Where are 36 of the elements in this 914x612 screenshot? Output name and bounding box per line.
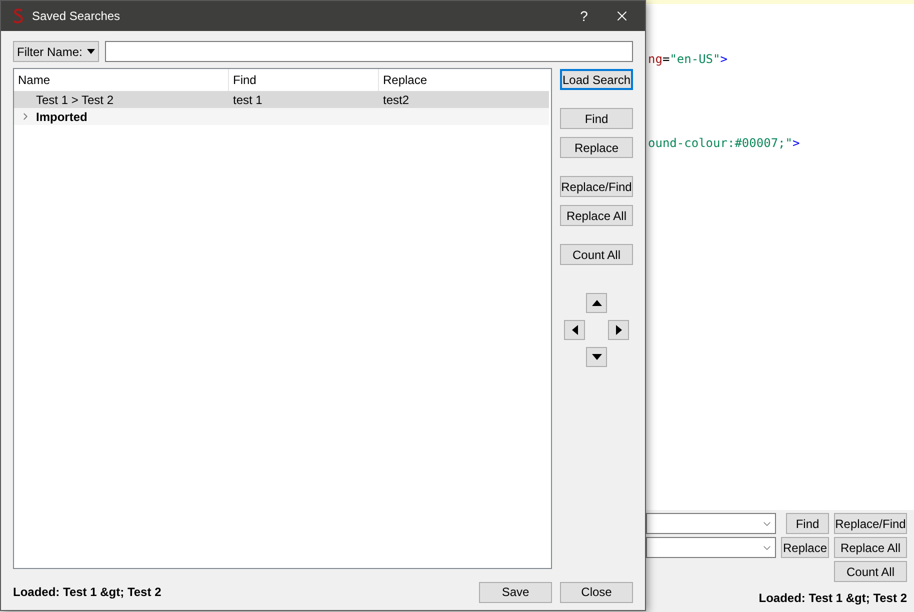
dialog-button[interactable]: Replace All (834, 537, 907, 558)
move-down-button[interactable] (586, 347, 607, 367)
code-line: ng="en-US"> (647, 51, 728, 68)
move-left-button[interactable] (564, 320, 585, 340)
dialog-button[interactable]: Replace/Find (834, 513, 907, 534)
filter-dropdown[interactable]: Filter Name: (13, 41, 100, 62)
dialog-button[interactable]: Save (479, 582, 552, 602)
tree-row[interactable]: Imported (14, 108, 549, 125)
side-button[interactable]: Load Search (560, 69, 633, 90)
dialog-button[interactable]: Replace (781, 537, 829, 558)
side-button[interactable]: Replace All (560, 205, 633, 226)
tree-row[interactable]: Test 1 > Test 2 test 1 test2 (14, 91, 549, 108)
column-header[interactable]: Replace (379, 69, 529, 91)
dialog-button[interactable]: Close (560, 582, 633, 602)
app-logo-icon (12, 8, 24, 24)
move-up-button[interactable] (586, 293, 607, 313)
window-title: Saved Searches (32, 8, 120, 25)
dialog-button[interactable]: Find (786, 513, 829, 534)
status-text: Loaded: Test 1 &gt; Test 2 (13, 584, 162, 601)
help-button[interactable]: ? (569, 6, 599, 26)
caret-icon (87, 49, 96, 54)
folder-name: Imported (36, 108, 88, 126)
dialog-button[interactable]: Count All (834, 561, 907, 582)
move-right-button[interactable] (608, 320, 629, 340)
filter-field[interactable] (105, 41, 633, 62)
side-button[interactable]: Replace (560, 137, 633, 158)
replace-text: test2 (382, 92, 410, 108)
code-line: ound-colour:#00007;"> (647, 135, 801, 152)
side-button[interactable]: Find (560, 108, 633, 129)
search-name: Test 1 > Test 2 (36, 92, 114, 108)
status-text: Loaded: Test 1 &gt; Test 2 (758, 590, 907, 607)
search-combo-field[interactable] (646, 537, 776, 558)
search-combo-field[interactable] (646, 513, 776, 534)
side-button[interactable]: Replace/Find (560, 176, 633, 197)
side-button[interactable]: Count All (560, 244, 633, 265)
find-text: test 1 (232, 92, 264, 108)
